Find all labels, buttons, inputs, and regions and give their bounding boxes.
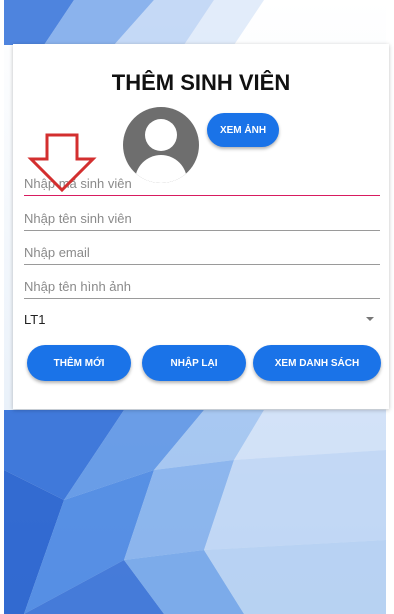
view-list-button[interactable]: XEM DANH SÁCH — [253, 345, 381, 381]
avatar-head — [145, 119, 177, 151]
image-name-placeholder: Nhập tên hình ảnh — [24, 279, 131, 294]
down-arrow-outline-icon — [27, 133, 97, 198]
image-name-input[interactable]: Nhập tên hình ảnh — [24, 277, 380, 299]
student-name-placeholder: Nhập tên sinh viên — [24, 211, 132, 226]
view-image-button[interactable]: XEM ẢNH — [207, 113, 279, 147]
student-name-input[interactable]: Nhập tên sinh viên — [24, 209, 380, 231]
email-input[interactable]: Nhập email — [24, 243, 380, 265]
triangle-down-icon — [366, 317, 374, 321]
class-select-value: LT1 — [24, 311, 46, 327]
person-placeholder-icon — [123, 107, 199, 183]
email-placeholder: Nhập email — [24, 245, 90, 260]
add-new-button[interactable]: THÊM MỚI — [27, 345, 131, 381]
class-select[interactable]: LT1 — [24, 307, 380, 331]
add-student-form: THÊM SINH VIÊN XEM ẢNH Nhập mã sinh viên… — [13, 44, 389, 409]
form-title: THÊM SINH VIÊN — [111, 70, 291, 95]
reset-button[interactable]: NHẬP LẠI — [142, 345, 246, 381]
